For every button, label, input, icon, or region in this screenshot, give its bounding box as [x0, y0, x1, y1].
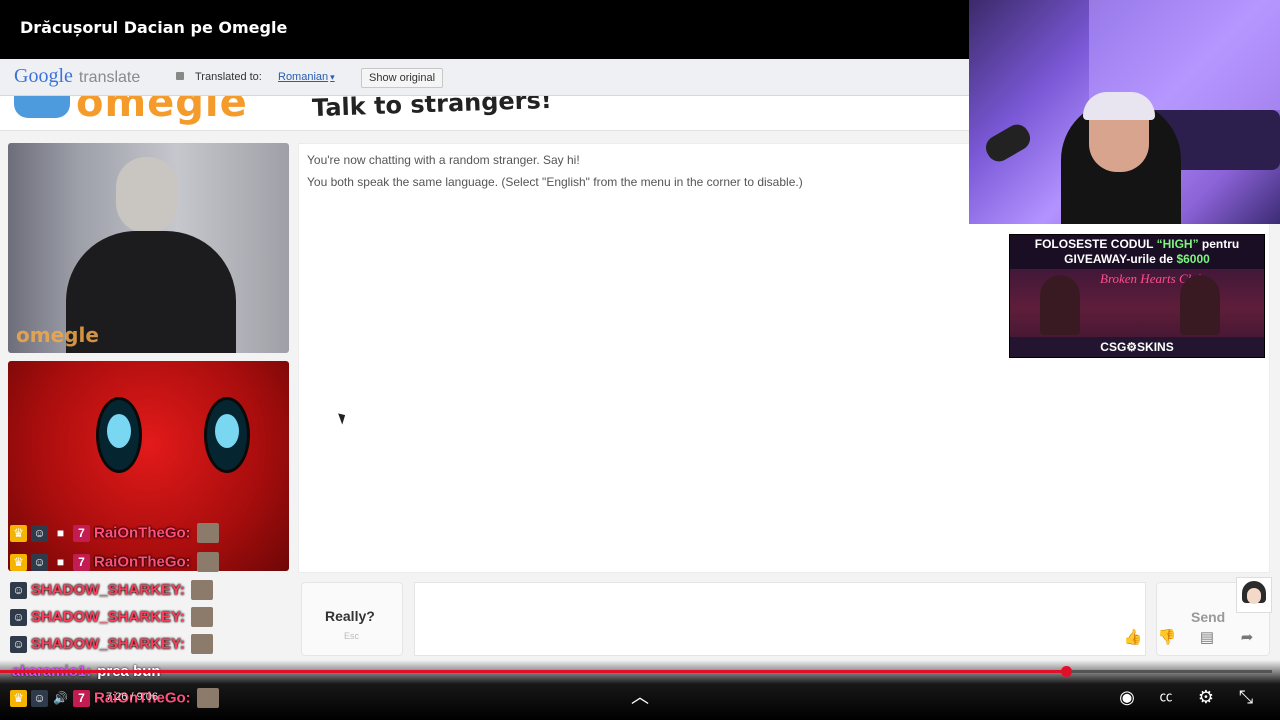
omegle-icon	[14, 96, 70, 118]
gift-badge-icon: ■	[56, 554, 65, 569]
progress-fill	[0, 670, 1066, 673]
sponsor-text: FOLOSESTE CODUL	[1034, 237, 1157, 251]
microphone-icon	[981, 120, 1035, 166]
alien-badge-icon: ☺	[10, 635, 27, 653]
video-title[interactable]: Drăcușorul Dacian pe Omegle	[20, 18, 287, 37]
toggle-icon[interactable]: ◉	[1113, 684, 1141, 710]
omegle-header: omegle Talk to strangers!	[0, 96, 970, 131]
disconnect-label: Really?	[325, 608, 375, 624]
channel-avatar[interactable]	[1236, 577, 1272, 613]
mascot-eye-left	[96, 397, 142, 473]
crown-badge-icon: ♛	[10, 524, 27, 542]
show-original-button[interactable]: Show original	[361, 68, 444, 88]
video-frame[interactable]: Drăcușorul Dacian pe Omegle Google transl…	[0, 0, 1280, 720]
mascot-pupil	[107, 414, 131, 448]
gift-badge-icon: ■	[56, 525, 65, 540]
cc-icon[interactable]: ㏄	[1153, 684, 1179, 710]
disconnect-button[interactable]: Really? Esc	[301, 582, 403, 656]
sponsor-banner[interactable]: FOLOSESTE CODUL “HIGH” pentru GIVEAWAY-u…	[1009, 234, 1265, 358]
volume-icon[interactable]: 🔊	[52, 690, 69, 707]
chevron-up-icon[interactable]: ︿	[627, 684, 653, 710]
crown-badge-icon: ♛	[10, 553, 27, 571]
chevron-down-icon: ▾	[330, 72, 335, 82]
omegle-watermark: omegle	[16, 323, 99, 347]
stream-chat-row: ☺ SHADOW_SHARKEY:	[10, 634, 213, 656]
translate-logo-text: translate	[78, 69, 141, 86]
sponsor-code: “HIGH”	[1156, 237, 1199, 251]
mascot-eye-right	[204, 397, 250, 473]
emote-icon	[190, 607, 213, 627]
progress-scrubber[interactable]	[1060, 666, 1072, 677]
streamer-headset	[1083, 92, 1155, 120]
7tv-badge-icon: 7	[73, 524, 90, 542]
stream-chat-row: ♛ ☺ ■ 7 RaiOnTheGo:	[10, 552, 219, 574]
translated-to-label: Translated to:	[195, 71, 262, 83]
sponsor-figure	[1040, 275, 1080, 335]
chat-username: SHADOW_SHARKEY:	[31, 608, 185, 626]
language-value: Romanian	[278, 71, 329, 83]
alien-badge-icon: ☺	[31, 689, 48, 707]
google-translate-bar: Google translate Translated to: Romanian ▾…	[0, 59, 970, 96]
crown-badge-icon: ♛	[10, 689, 27, 707]
omegle-logo: omegle	[76, 96, 248, 126]
emote-icon	[190, 580, 213, 600]
share-icon[interactable]: ➦	[1236, 627, 1258, 649]
stream-chat-row: ♛ ☺ ■ 7 RaiOnTheGo:	[10, 523, 219, 545]
stranger-video: omegle	[8, 143, 289, 353]
alien-badge-icon: ☺	[31, 524, 48, 542]
chat-username: RaiOnTheGo:	[94, 553, 191, 571]
time-display: 7:26 / 9:06	[106, 691, 158, 703]
emote-icon	[196, 552, 219, 572]
video-progress-bar[interactable]	[0, 666, 1272, 677]
chat-username: SHADOW_SHARKEY:	[31, 581, 185, 599]
sponsor-amount: $6000	[1176, 252, 1210, 266]
alien-badge-icon: ☺	[10, 581, 27, 599]
lock-icon	[176, 72, 184, 80]
sponsor-text: pentru	[1198, 237, 1240, 251]
stranger-head	[116, 157, 178, 233]
sponsor-line-2: GIVEAWAY-urile de $6000	[1010, 252, 1264, 266]
omegle-slogan: Talk to strangers!	[311, 96, 553, 123]
comment-icon[interactable]: ▤	[1196, 627, 1218, 649]
disconnect-hint: Esc	[344, 631, 360, 641]
thumbs-down-icon[interactable]: 👎	[1156, 627, 1178, 649]
stream-chat-row: ☺ SHADOW_SHARKEY:	[10, 580, 213, 602]
exit-fullscreen-icon[interactable]: ⤡	[1233, 684, 1259, 710]
alien-badge-icon: ☺	[10, 608, 27, 626]
streamer-webcam	[969, 0, 1280, 224]
mascot-pupil	[215, 414, 239, 448]
sponsor-text: GIVEAWAY-urile de	[1064, 252, 1177, 266]
thumbs-up-icon[interactable]: 👍	[1122, 627, 1144, 649]
alien-badge-icon: ☺	[31, 553, 48, 571]
sponsor-line-1: FOLOSESTE CODUL “HIGH” pentru	[1010, 237, 1264, 251]
google-logo-text: Google	[14, 65, 73, 87]
chat-username: RaiOnTheGo:	[94, 524, 191, 542]
video-actions: 👍 👎 ▤ ➦	[1118, 623, 1268, 651]
chat-status-line: You both speak the same language. (Selec…	[307, 175, 803, 189]
avatar-face	[1247, 588, 1261, 604]
sponsor-figure	[1180, 275, 1220, 335]
stream-chat-row: ☺ SHADOW_SHARKEY:	[10, 607, 213, 629]
7tv-badge-icon: 7	[73, 689, 90, 707]
emote-icon	[196, 688, 219, 708]
language-select[interactable]: Romanian ▾	[278, 71, 335, 83]
message-input[interactable]	[414, 582, 1146, 656]
google-translate-logo: Google translate	[14, 65, 140, 88]
7tv-badge-icon: 7	[73, 553, 90, 571]
video-title-bar: Drăcușorul Dacian pe Omegle	[0, 0, 970, 59]
chat-username: SHADOW_SHARKEY:	[31, 635, 185, 653]
chat-status-line: You're now chatting with a random strang…	[307, 153, 580, 167]
emote-icon	[196, 523, 219, 543]
emote-icon	[190, 634, 213, 654]
gear-icon[interactable]: ⚙	[1193, 684, 1219, 710]
sponsor-brand: CSG⚙SKINS	[1100, 340, 1174, 354]
